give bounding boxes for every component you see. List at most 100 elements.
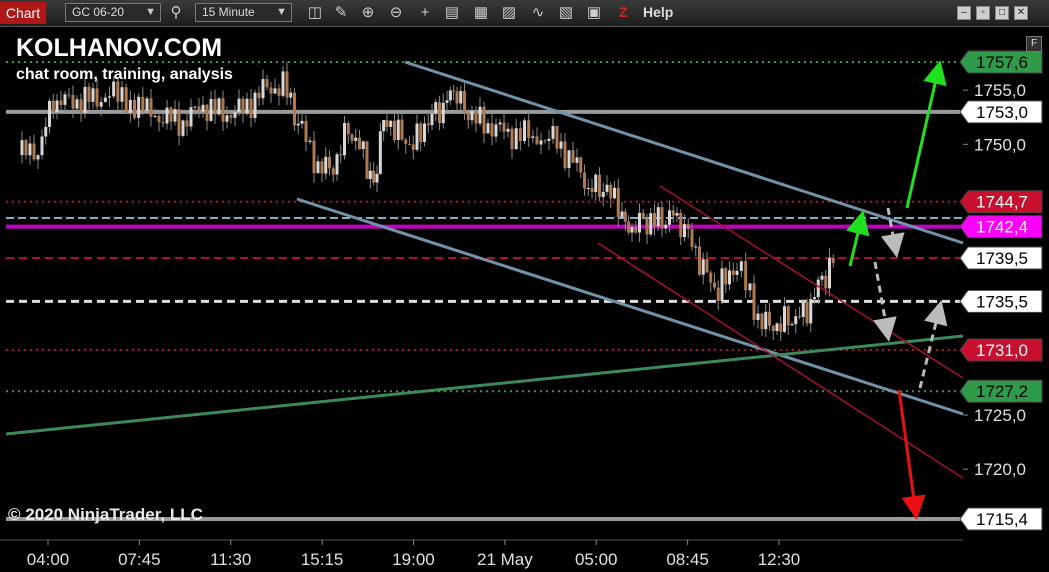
price-badge[interactable]: 1757,6: [959, 50, 1043, 74]
y-tick-label: 1725,0: [974, 406, 1026, 425]
chart-tab[interactable]: Chart: [0, 2, 46, 24]
candle-body: [120, 87, 124, 102]
candle-body: [67, 94, 71, 96]
candle-body: [645, 218, 649, 235]
candle-body: [559, 141, 563, 149]
grey-arrow-1[interactable]: [880, 207, 905, 258]
candle-body: [51, 100, 55, 113]
price-badge[interactable]: 1744,7: [959, 190, 1043, 214]
indicators-icon[interactable]: ▦: [470, 2, 492, 24]
candle-body: [709, 272, 713, 283]
candle-body: [426, 123, 430, 126]
candle-body: [563, 141, 567, 168]
candle-body: [24, 140, 28, 156]
candle-body: [613, 187, 616, 199]
candle-body: [396, 119, 400, 141]
chart-f-button[interactable]: F: [1026, 36, 1042, 52]
zoom-in-icon[interactable]: ⊕: [357, 2, 379, 24]
candle-body: [249, 98, 253, 119]
candle-body: [375, 173, 379, 183]
x-tick-label: 07:45: [118, 550, 161, 569]
candle-body: [744, 261, 748, 291]
candle-body: [486, 123, 490, 134]
candle-body: [365, 141, 369, 179]
price-badge[interactable]: 1731,0: [959, 338, 1043, 362]
candle-body: [153, 115, 157, 117]
candle-body: [229, 115, 233, 118]
candle-body: [75, 99, 79, 109]
candle-body: [277, 88, 281, 96]
candle-body: [775, 323, 779, 332]
candle-body: [141, 96, 145, 112]
strategies-icon[interactable]: ▨: [498, 2, 520, 24]
zoom-out-icon[interactable]: ⊖: [385, 2, 407, 24]
properties-icon[interactable]: ▤: [441, 2, 463, 24]
candle-body: [694, 246, 698, 248]
candle-body: [308, 140, 312, 142]
price-badge[interactable]: 1739,5: [959, 246, 1043, 270]
grey-arrow-2[interactable]: [873, 261, 897, 342]
price-badge[interactable]: 1727,2: [959, 379, 1043, 403]
crosshair-icon[interactable]: +: [414, 2, 436, 24]
candle-body: [128, 99, 132, 113]
candle-body: [547, 138, 551, 142]
price-badge[interactable]: 1735,5: [959, 289, 1043, 313]
candle-body: [798, 316, 801, 318]
price-badge[interactable]: 1715,4: [959, 507, 1043, 531]
z-order-icon[interactable]: Z: [619, 4, 628, 20]
data-box-icon[interactable]: ▣: [583, 2, 605, 24]
candle-body: [641, 213, 645, 219]
watermark-title: KOLHANOV.COM: [16, 34, 223, 62]
candle-body: [320, 161, 324, 174]
bars-type-icon[interactable]: ◫: [304, 2, 326, 24]
restore-icon[interactable]: ▫: [976, 6, 990, 20]
price-chart[interactable]: 1755,0 1750,0 1725,0 1720,0 1757,6 1753,0 1744…: [0, 27, 1049, 572]
candle-body: [634, 227, 638, 233]
candle-body: [448, 90, 452, 101]
interval-selector[interactable]: 15 Minute ▼: [195, 3, 292, 22]
candle-body: [828, 258, 831, 289]
candle-body: [455, 91, 459, 104]
red-channel-lower-line[interactable]: [597, 242, 964, 479]
price-badge[interactable]: 1742,4: [959, 215, 1043, 239]
candle-body: [197, 106, 201, 112]
help-menu[interactable]: Help: [643, 4, 673, 20]
maximize-icon[interactable]: □: [995, 6, 1009, 20]
close-icon[interactable]: ✕: [1014, 6, 1028, 20]
draw-pencil-icon[interactable]: ✎: [330, 2, 352, 24]
candle-body: [801, 301, 805, 317]
candle-body: [137, 96, 141, 118]
candle-body: [630, 227, 634, 233]
grey-arrow-3[interactable]: [918, 300, 948, 389]
interval-value: 15 Minute: [202, 5, 255, 19]
minimize-icon[interactable]: –: [957, 6, 971, 20]
candle-body: [434, 102, 438, 114]
performance-icon[interactable]: ∿: [527, 2, 549, 24]
red-arrow-down[interactable]: [897, 389, 926, 520]
candle-body: [571, 150, 575, 163]
candle-body: [382, 120, 386, 132]
candle-body: [764, 311, 768, 330]
candle-body: [531, 136, 535, 138]
instrument-selector[interactable]: GC 06-20 ▼: [65, 3, 161, 22]
candle-body: [518, 128, 522, 142]
green-arrow-large[interactable]: [905, 60, 947, 209]
candle-body: [752, 283, 756, 321]
candle-body: [293, 92, 296, 126]
price-badge[interactable]: 1753,0: [959, 100, 1043, 124]
price-badge-label: 1757,6: [976, 53, 1028, 72]
candle-body: [698, 246, 701, 275]
y-tick-label: 1755,0: [974, 81, 1026, 100]
search-icon[interactable]: ⚲: [165, 2, 187, 24]
x-tick-label: 04:00: [27, 550, 70, 569]
candle-body: [335, 154, 339, 175]
candle-body: [285, 71, 289, 98]
templates-icon[interactable]: ▧: [555, 2, 577, 24]
candle-body: [346, 123, 350, 135]
candle-body: [794, 316, 798, 325]
candle-body: [324, 156, 328, 174]
candle-body: [598, 174, 601, 197]
candle-body: [91, 88, 95, 102]
candle-body: [87, 86, 91, 102]
candle-body: [378, 131, 382, 174]
